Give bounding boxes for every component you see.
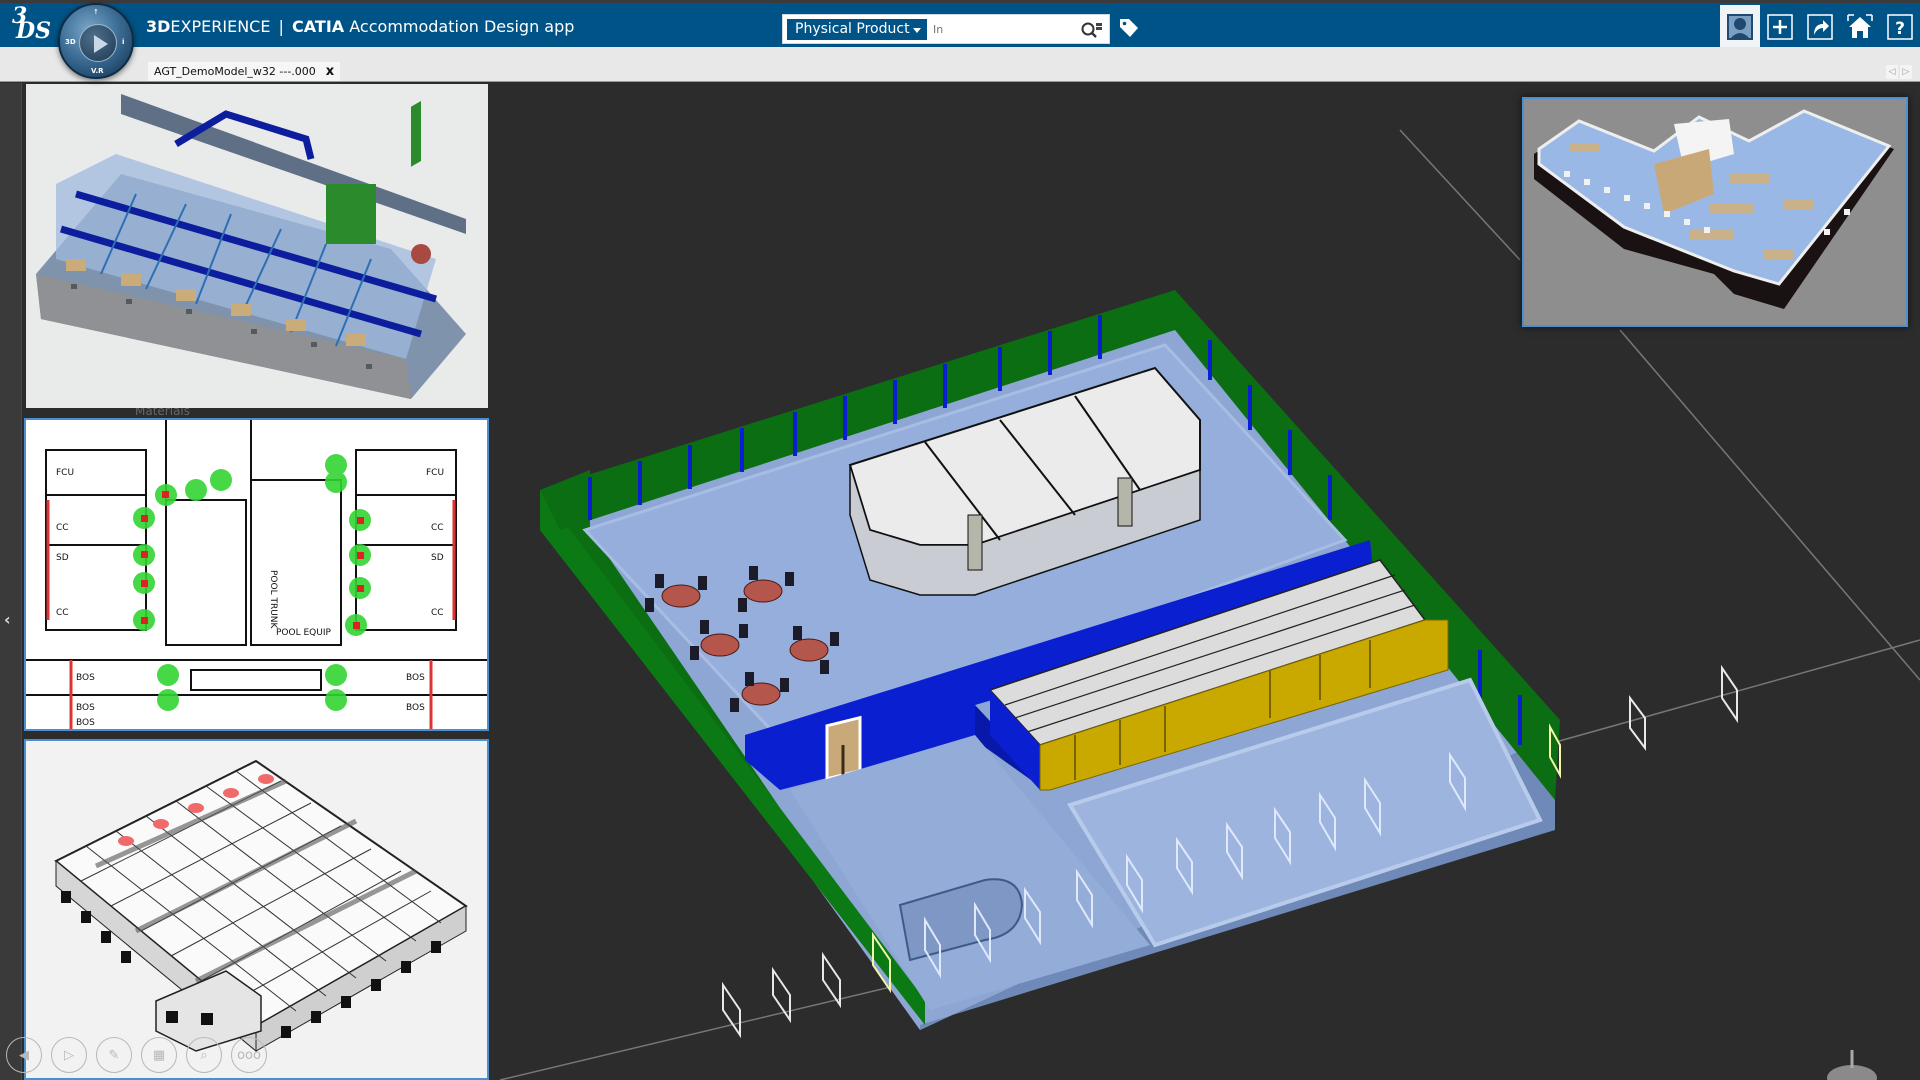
title-experience: EXPERIENCE — [170, 17, 271, 36]
search-input[interactable] — [933, 19, 1063, 40]
share-button[interactable] — [1800, 5, 1840, 49]
floorplan-label: BOS — [76, 718, 95, 728]
floorplan-label: CC — [431, 523, 444, 533]
chevron-down-icon — [913, 28, 921, 33]
compass-label-3d: 3D — [65, 38, 76, 46]
add-button[interactable] — [1760, 5, 1800, 49]
tab-document-label: AGT_DemoModel_w32 ---.000 — [154, 65, 316, 78]
collapse-chevron-icon[interactable]: ‹ — [4, 610, 11, 629]
tab-scroll-right-button[interactable]: ▷ — [1900, 65, 1912, 79]
tab-document[interactable]: AGT_DemoModel_w32 ---.000 x — [148, 62, 341, 81]
floorplan-label: POOL EQUIP — [276, 628, 331, 638]
plus-icon — [1767, 13, 1793, 40]
help-glyph: ? — [1895, 19, 1905, 39]
title-prefix: 3D — [146, 17, 171, 36]
floorplan-label: BOS — [76, 703, 95, 713]
pen-icon: ✎ — [108, 1047, 120, 1063]
dining-table[interactable] — [661, 584, 701, 608]
help-icon: ? — [1887, 13, 1913, 40]
play-icon: ▷ — [64, 1047, 74, 1063]
title-separator: | — [278, 17, 284, 36]
home-icon — [1847, 13, 1873, 38]
play-icon — [94, 35, 108, 53]
compass-play-button[interactable] — [79, 24, 117, 62]
search-button[interactable] — [1079, 20, 1103, 40]
profile-button[interactable] — [1720, 4, 1760, 49]
tag-icon — [1120, 19, 1138, 37]
ship-section-render — [36, 94, 466, 399]
pen-button[interactable]: ✎ — [96, 1037, 132, 1073]
left-rail: ‹ — [0, 83, 22, 1080]
search-icon: ⌕ — [200, 1047, 208, 1063]
title-app-name: Accommodation Design app — [349, 17, 575, 36]
floorplan-label: BOS — [406, 703, 425, 713]
back-button[interactable]: ◀ — [6, 1037, 42, 1073]
share-icon — [1807, 13, 1833, 40]
top-toolbar: ? — [1720, 3, 1920, 50]
floorplan-label: SD — [56, 553, 69, 563]
dining-table[interactable] — [741, 682, 781, 706]
back-icon: ◀ — [19, 1047, 29, 1063]
floorplan-label: CC — [56, 523, 69, 533]
close-icon[interactable]: x — [326, 62, 334, 81]
compass-label-vr: V.R — [91, 67, 104, 75]
search-scope-dropdown[interactable]: Physical Product — [787, 19, 927, 40]
person-icon: ☨ — [94, 8, 98, 16]
compass-widget[interactable]: ☨ 3D i V.R — [58, 3, 134, 79]
tag-button[interactable] — [1117, 16, 1141, 40]
compass-label-info: i — [122, 38, 125, 46]
layout-icon: ▦ — [152, 1047, 166, 1063]
floorplan-label: BOS — [406, 673, 425, 683]
title-product: CATIA — [292, 17, 345, 36]
floorplan-label: CC — [56, 608, 69, 618]
help-button[interactable]: ? — [1880, 5, 1920, 49]
floorplan-label: FCU — [56, 468, 74, 478]
search-icon — [1081, 22, 1102, 38]
profile-icon — [1727, 13, 1753, 40]
app-title: 3DEXPERIENCE | CATIA Accommodation Desig… — [146, 17, 574, 36]
layout-button[interactable]: ▦ — [141, 1037, 177, 1073]
floorplan-drawing: FCU CC SD CC BOS BOS BOS POOL TRUNK POOL… — [26, 420, 487, 729]
red-markers — [141, 491, 364, 629]
cabin-door[interactable] — [967, 514, 983, 571]
selected-door[interactable] — [825, 715, 862, 781]
tab-scroll-left-button[interactable]: ◁ — [1886, 65, 1898, 79]
home-button[interactable] — [1840, 5, 1880, 49]
cabin-modules-3d-panel[interactable] — [24, 739, 489, 1080]
office-overview-thumbnail[interactable] — [1522, 97, 1908, 327]
floorplan-label: SD — [431, 553, 444, 563]
floorplan-label: FCU — [426, 468, 444, 478]
more-button[interactable]: ooo — [231, 1037, 267, 1073]
office-overview-render — [1524, 99, 1906, 325]
ship-section-3d-panel[interactable] — [26, 84, 488, 408]
bottom-toolbar: ◀ ▷ ✎ ▦ ⌕ ooo — [6, 1037, 267, 1073]
tab-bar: AGT_DemoModel_w32 ---.000 x ◁ ▷ — [0, 47, 1920, 82]
play-button[interactable]: ▷ — [51, 1037, 87, 1073]
floorplan-drawing-panel[interactable]: FCU CC SD CC BOS BOS BOS POOL TRUNK POOL… — [24, 418, 489, 731]
search-scope-label: Physical Product — [795, 21, 910, 37]
floorplan-label: BOS — [76, 673, 95, 683]
search-button[interactable]: ⌕ — [186, 1037, 222, 1073]
view-cube-widget[interactable] — [1827, 1050, 1877, 1080]
3ds-logo-icon[interactable]: 3 DS — [12, 5, 51, 43]
dining-table[interactable] — [789, 638, 829, 662]
cabin-modules-render — [54, 759, 468, 1053]
dining-table[interactable] — [743, 579, 783, 603]
more-icon: ooo — [237, 1047, 261, 1063]
floorplan-label: POOL TRUNK — [268, 570, 278, 630]
deck-model[interactable] — [540, 290, 1560, 1030]
floorplan-label: CC — [431, 608, 444, 618]
tab-scroll-controls: ◁ ▷ — [1886, 65, 1912, 79]
search-bar: Physical Product — [782, 14, 1110, 44]
dining-table[interactable] — [700, 633, 740, 657]
cabin-door[interactable] — [1117, 477, 1133, 527]
top-bar: 3 DS 3DEXPERIENCE | CATIA Accommodation D… — [0, 0, 1920, 50]
